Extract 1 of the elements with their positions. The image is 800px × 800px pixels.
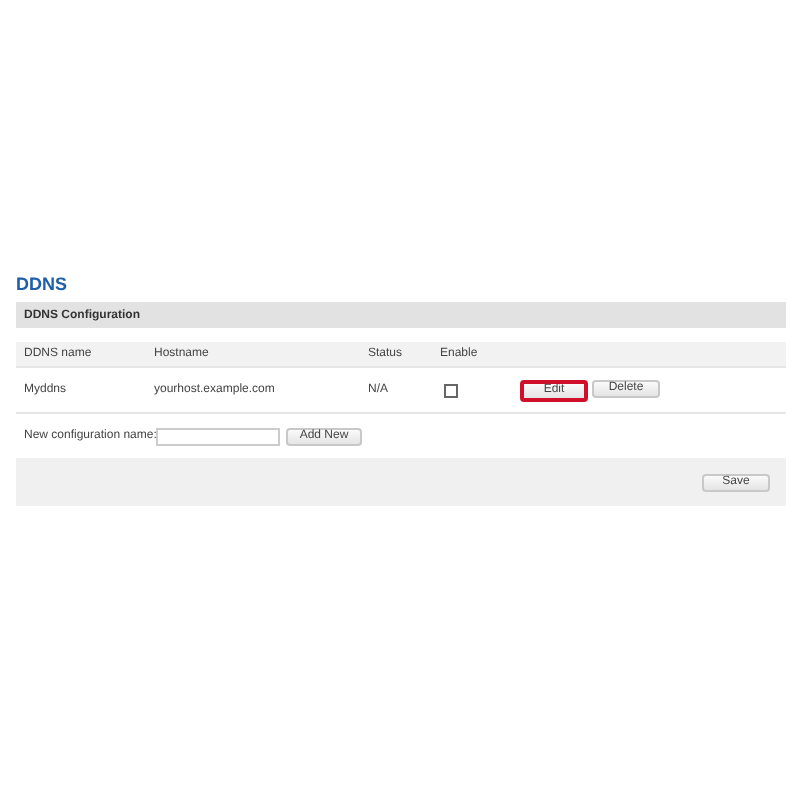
page-title: DDNS bbox=[16, 274, 68, 294]
